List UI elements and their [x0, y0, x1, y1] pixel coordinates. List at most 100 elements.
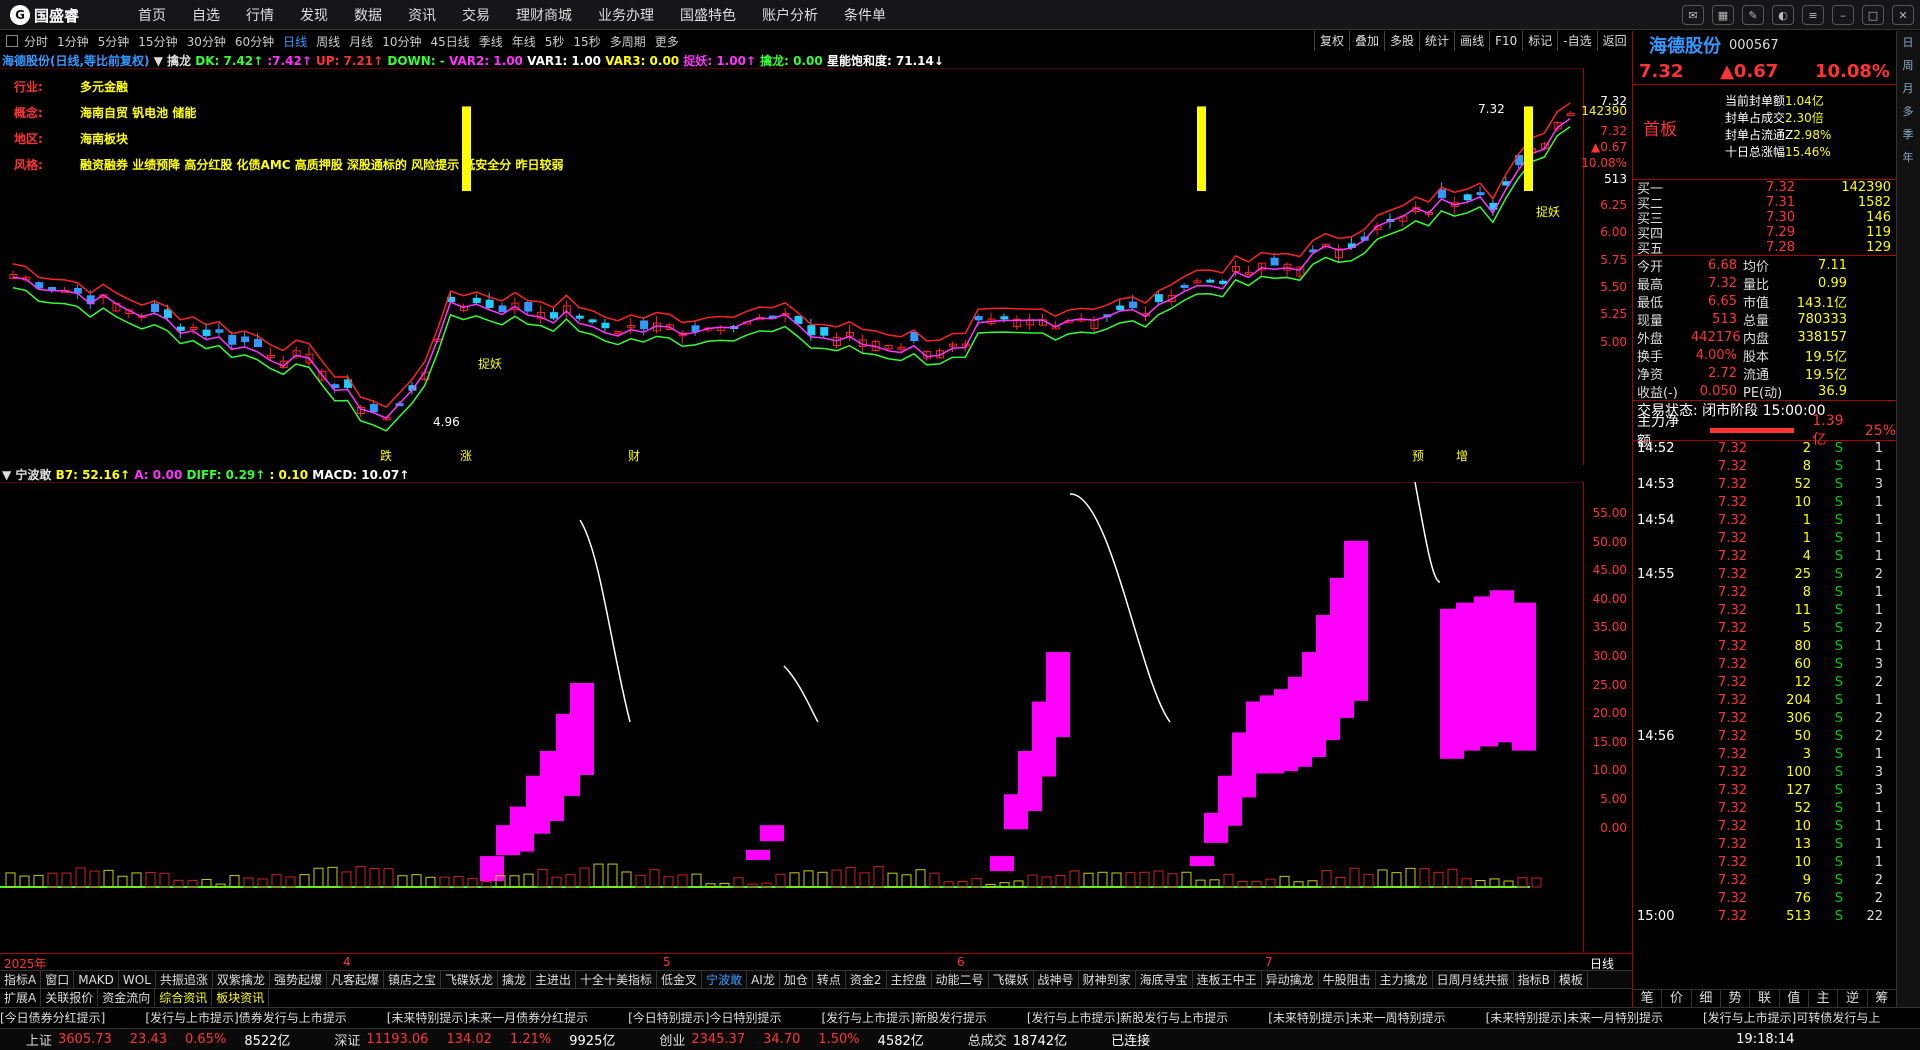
quote-tab[interactable]: 势 [1721, 990, 1751, 1007]
indicator-tab[interactable]: 资金2 [846, 971, 887, 988]
indicator-tab[interactable]: 模板 [1555, 971, 1588, 988]
menu-item[interactable]: 条件单 [844, 5, 886, 25]
chart-tool-button[interactable]: 画线 [1454, 31, 1489, 51]
indicator-tab[interactable]: 指标B [1514, 971, 1555, 988]
menu-item[interactable]: 数据 [354, 5, 382, 25]
message-icon[interactable]: ✉ [1682, 5, 1704, 25]
menu-item[interactable]: 业务办理 [598, 5, 654, 25]
indicator-tab[interactable]: 擒龙 [498, 971, 532, 988]
indicator-tab[interactable]: 海底寻宝 [1136, 971, 1193, 988]
sidebar-button[interactable]: 月 [1899, 80, 1917, 100]
menu-item[interactable]: 理财商城 [516, 5, 572, 25]
menu-item[interactable]: 行情 [246, 5, 274, 25]
sidebar-button[interactable]: 日 [1899, 34, 1917, 54]
indicator-tab[interactable]: 财神到家 [1079, 971, 1136, 988]
menu-item[interactable]: 账户分析 [762, 5, 818, 25]
chart-tool-button[interactable]: 返回 [1596, 31, 1632, 51]
quote-tab[interactable]: 主 [1809, 990, 1839, 1007]
chart-tool-button[interactable]: F10 [1489, 31, 1522, 51]
quote-tab[interactable]: 联 [1750, 990, 1780, 1007]
sidebar-button[interactable]: 季 [1899, 126, 1917, 146]
layout-icon[interactable]: ▦ [1712, 5, 1734, 25]
period-tab[interactable]: 30分钟 [187, 33, 226, 50]
indicator-tab[interactable]: 宁波敢 [702, 971, 748, 988]
index-name[interactable]: 创业 [659, 1030, 685, 1049]
indicator-tab[interactable]: MAKD [74, 971, 119, 988]
index-name[interactable]: 深证 [334, 1030, 360, 1049]
indicator-tab[interactable]: 牛股阻击 [1319, 971, 1376, 988]
ticker-item[interactable]: [未来特别提示]未来一周特别提示 [1268, 1008, 1445, 1027]
indicator-tab[interactable]: 共振追涨 [156, 971, 213, 988]
period-tab[interactable]: 60分钟 [235, 33, 274, 50]
period-tab[interactable]: 分时 [24, 33, 48, 50]
indicator-tab[interactable]: 异动擒龙 [1262, 971, 1319, 988]
period-tab[interactable]: 5分钟 [98, 33, 130, 50]
ticker-item[interactable]: [未来特别提示]未来一月特别提示 [1486, 1008, 1663, 1027]
menu-item[interactable]: 交易 [462, 5, 490, 25]
ticker-item[interactable]: [发行与上市提示]新股发行与上市提示 [1027, 1008, 1228, 1027]
chart-tool-button[interactable]: 标记 [1522, 31, 1557, 51]
indicator-tab[interactable]: 强势起爆 [270, 971, 327, 988]
quote-tab[interactable]: 值 [1780, 990, 1809, 1007]
ticker-item[interactable]: [今日债券分红提示] [0, 1008, 105, 1027]
ticker-item[interactable]: [发行与上市提示]新股发行提示 [822, 1008, 987, 1027]
period-tab[interactable]: 45日线 [430, 33, 469, 50]
chart-tool-button[interactable]: 统计 [1419, 31, 1454, 51]
indicator-tab[interactable]: 飞碟妖 [989, 971, 1034, 988]
quote-tab[interactable]: 细 [1692, 990, 1721, 1007]
indicator-tab[interactable]: 加仓 [780, 971, 813, 988]
indicator-tab[interactable]: 战神号 [1034, 971, 1079, 988]
period-tab[interactable]: 年线 [512, 33, 536, 50]
indicator-tab[interactable]: 飞碟妖龙 [441, 971, 498, 988]
index-name[interactable]: 上证 [26, 1030, 52, 1049]
quote-tab[interactable]: 筹 [1868, 990, 1897, 1007]
period-tab[interactable]: 更多 [655, 33, 679, 50]
chart-tool-button[interactable]: 多股 [1384, 31, 1419, 51]
stock-name[interactable]: 海德股份 [1649, 32, 1721, 58]
indicator-tab[interactable]: 主进出 [531, 971, 577, 988]
menu-item[interactable]: 首页 [138, 5, 166, 25]
menu-item[interactable]: 资讯 [408, 5, 436, 25]
extension-tab[interactable]: 资金流向 [98, 989, 156, 1006]
extension-tab[interactable]: 扩展A [0, 989, 42, 1006]
ticker-item[interactable]: [今日特别提示]今日特别提示 [628, 1008, 781, 1027]
extension-tab[interactable]: 板块资讯 [212, 989, 270, 1006]
sub-indicator-chart[interactable] [0, 482, 1582, 952]
quote-tab[interactable]: 逆 [1838, 990, 1868, 1007]
indicator-tab[interactable]: 指标A [0, 971, 42, 988]
window-icon[interactable] [6, 35, 18, 47]
indicator-tab[interactable]: 双紫擒龙 [213, 971, 270, 988]
indicator-tab[interactable]: 日周月线共振 [1433, 971, 1514, 988]
tools-icon[interactable]: ✎ [1742, 5, 1764, 25]
extension-tab[interactable]: 关联报价 [41, 989, 99, 1006]
menu-item[interactable]: 发现 [300, 5, 328, 25]
chart-tool-button[interactable]: -自选 [1557, 31, 1596, 51]
period-tab[interactable]: 月线 [349, 33, 373, 50]
indicator-tab[interactable]: 凡客起爆 [327, 971, 384, 988]
indicator-tab[interactable]: 十全十美指标 [576, 971, 658, 988]
indicator-tab[interactable]: 窗口 [41, 971, 75, 988]
bid-row[interactable]: 买五 7.28 129 [1633, 240, 1896, 257]
ticker-item[interactable]: [未来特别提示]未来一月债券分红提示 [387, 1008, 588, 1027]
period-tab[interactable]: 1分钟 [57, 33, 89, 50]
sidebar-button[interactable]: 周 [1899, 57, 1917, 77]
period-tab[interactable]: 5秒 [545, 33, 565, 50]
chart-tool-button[interactable]: 叠加 [1349, 31, 1384, 51]
menu-item[interactable]: 国盛特色 [680, 5, 736, 25]
chart-tool-button[interactable]: 复权 [1314, 31, 1349, 51]
menu-item[interactable]: 自选 [192, 5, 220, 25]
quote-tab[interactable]: 价 [1662, 990, 1692, 1007]
ticker-item[interactable]: [发行与上市提示]债券发行与上市提示 [145, 1008, 346, 1027]
period-tab[interactable]: 15秒 [573, 33, 600, 50]
indicator-tab[interactable]: 动能二号 [932, 971, 989, 988]
sidebar-button[interactable]: 多 [1899, 103, 1917, 123]
period-tab[interactable]: 日线 [283, 33, 307, 50]
maximize-icon[interactable]: □ [1862, 5, 1884, 25]
sidebar-button[interactable]: 年 [1899, 149, 1917, 169]
close-icon[interactable]: ✕ [1892, 5, 1914, 25]
menu-icon[interactable]: ≡ [1802, 5, 1824, 25]
ticker-item[interactable]: [发行与上市提示]可转债发行与上 [1703, 1008, 1880, 1027]
period-tab[interactable]: 多周期 [610, 33, 646, 50]
indicator-tab[interactable]: 连板王中王 [1193, 971, 1262, 988]
extension-tab[interactable]: 综合资讯 [155, 989, 213, 1006]
